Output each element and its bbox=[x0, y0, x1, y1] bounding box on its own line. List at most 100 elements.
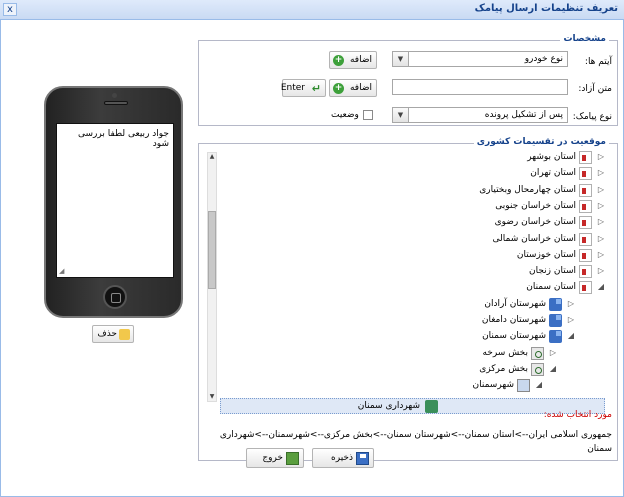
sms-type-value: پس از تشکیل پرونده bbox=[484, 110, 563, 120]
specs-legend: مشخصات bbox=[560, 34, 609, 44]
folder-red-icon bbox=[579, 151, 592, 164]
tree-item-label: استان بوشهر bbox=[527, 152, 576, 162]
sms-type-select[interactable]: پس از تشکیل پرونده ▼ bbox=[392, 107, 568, 123]
window-title: تعریف تنظیمات ارسال پیامک bbox=[474, 3, 618, 14]
search-icon bbox=[531, 346, 544, 360]
tree-item-label: استان زنجان bbox=[529, 266, 576, 277]
chevron-down-icon: ▼ bbox=[393, 108, 409, 122]
add-item-button[interactable]: اضافه + bbox=[329, 51, 377, 69]
tree-item-label: استان تهران bbox=[530, 168, 576, 179]
expand-arrow-icon[interactable]: ▷ bbox=[598, 250, 604, 259]
green-icon bbox=[425, 399, 438, 413]
tree-item-label: استان خراسان جنوبی bbox=[495, 200, 576, 211]
tree-item-label: شهرداری سمنان bbox=[357, 400, 420, 411]
add-text-button[interactable]: اضافه + bbox=[329, 79, 377, 97]
expand-arrow-icon[interactable]: ▷ bbox=[598, 152, 604, 161]
save-icon bbox=[356, 452, 369, 465]
exit-button[interactable]: خروج bbox=[246, 448, 304, 468]
tree-item[interactable]: استان چهارمحال وبختیاری ▷ bbox=[394, 183, 604, 199]
sms-type-label: نوع پیامک: bbox=[572, 112, 612, 122]
phone-preview: جواد ربیعی لطفا بررسی شود ◢ bbox=[44, 86, 183, 318]
sms-preview-textarea[interactable]: جواد ربیعی لطفا بررسی شود ◢ bbox=[56, 123, 174, 278]
tree-item[interactable]: استان بوشهر ▷ bbox=[394, 150, 604, 166]
home-button-icon bbox=[103, 285, 127, 309]
tree-item[interactable]: بخش مرکزی ◢ bbox=[346, 362, 556, 378]
enter-button[interactable]: Enter ↵ bbox=[280, 79, 326, 97]
add-item-label: اضافه bbox=[349, 55, 372, 65]
window-titlebar: تعریف تنظیمات ارسال پیامک x bbox=[0, 0, 624, 20]
tree-item-label: شهرستان آرادان bbox=[484, 298, 546, 309]
tree-item[interactable]: استان خراسان رضوی ▷ bbox=[394, 215, 604, 231]
collapse-arrow-icon[interactable]: ◢ bbox=[598, 282, 604, 291]
location-legend: موقعیت در تقسیمات کشوری bbox=[473, 137, 609, 147]
collapse-arrow-icon[interactable]: ◢ bbox=[568, 331, 574, 340]
tree-item[interactable]: استان خوزستان ▷ bbox=[394, 248, 604, 264]
folder-red-icon bbox=[579, 216, 592, 230]
scroll-up-icon[interactable]: ▲ bbox=[208, 153, 216, 161]
folder-red-icon bbox=[579, 199, 592, 213]
tree-item-label: استان خراسان رضوی bbox=[494, 217, 576, 228]
plus-icon: + bbox=[333, 55, 344, 66]
close-button[interactable]: x bbox=[3, 3, 17, 16]
expand-arrow-icon[interactable]: ▷ bbox=[598, 217, 604, 226]
exit-label: خروج bbox=[262, 453, 283, 463]
tree-item-label: استان چهارمحال وبختیاری bbox=[479, 184, 576, 195]
tree-item-label: بخش مرکزی bbox=[479, 363, 528, 374]
enter-arrow-icon: ↵ bbox=[311, 82, 321, 95]
tree-item[interactable]: شهرستان دامغان ▷ bbox=[364, 313, 574, 329]
tree-item[interactable]: بخش سرخه ▷ bbox=[346, 346, 556, 362]
folder-red-icon bbox=[579, 232, 592, 246]
tree-item-label: استان خراسان شمالی bbox=[492, 233, 576, 244]
expand-arrow-icon[interactable]: ▷ bbox=[568, 315, 574, 324]
blue-icon bbox=[549, 297, 562, 311]
tree-item[interactable]: استان سمنان ◢ bbox=[394, 280, 604, 296]
collapse-arrow-icon[interactable]: ◢ bbox=[550, 364, 556, 373]
tree-item[interactable]: شهرسمنان ◢ bbox=[332, 378, 542, 394]
folder-red-icon bbox=[579, 248, 592, 262]
status-checkbox[interactable] bbox=[363, 110, 373, 120]
photo-icon bbox=[517, 379, 530, 393]
expand-arrow-icon[interactable]: ▷ bbox=[598, 201, 604, 210]
folder-red-icon bbox=[579, 265, 592, 279]
tree-item[interactable]: استان تهران ▷ bbox=[394, 166, 604, 182]
save-button[interactable]: ذخیره bbox=[312, 448, 374, 468]
collapse-arrow-icon[interactable]: ◢ bbox=[536, 380, 542, 389]
exit-icon bbox=[286, 452, 299, 465]
speaker-icon bbox=[104, 101, 128, 105]
delete-button[interactable]: حذف bbox=[92, 325, 134, 343]
expand-arrow-icon[interactable]: ▷ bbox=[598, 266, 604, 275]
camera-icon bbox=[112, 93, 117, 98]
item-select[interactable]: نوع خودرو ▼ bbox=[392, 51, 568, 67]
enter-label: Enter bbox=[280, 83, 305, 93]
tree-item[interactable]: شهرستان سمنان ◢ bbox=[364, 329, 574, 345]
scroll-down-icon[interactable]: ▼ bbox=[208, 393, 216, 401]
delete-label: حذف bbox=[97, 329, 117, 339]
tree-item[interactable]: استان خراسان جنوبی ▷ bbox=[394, 199, 604, 215]
tree-item-label: استان خوزستان bbox=[516, 249, 576, 260]
resize-grip-icon[interactable]: ◢ bbox=[59, 267, 64, 275]
status-label: وضعیت bbox=[331, 110, 359, 120]
scroll-thumb[interactable] bbox=[208, 211, 216, 289]
delete-icon bbox=[119, 329, 130, 340]
item-select-value: نوع خودرو bbox=[524, 54, 563, 64]
save-label: ذخیره bbox=[331, 453, 353, 463]
tree-scrollbar[interactable]: ▲ ▼ bbox=[207, 152, 217, 402]
expand-arrow-icon[interactable]: ▷ bbox=[598, 168, 604, 177]
tree-item-label: شهرستان سمنان bbox=[482, 331, 546, 342]
tree-item[interactable]: شهرستان آرادان ▷ bbox=[364, 297, 574, 313]
folder-red-icon bbox=[579, 183, 592, 197]
item-label: آیتم ها: bbox=[584, 57, 612, 67]
expand-arrow-icon[interactable]: ▷ bbox=[598, 234, 604, 243]
free-text-input[interactable] bbox=[392, 79, 568, 95]
tree-item-label: شهرسمنان bbox=[472, 380, 514, 391]
tree-item-label: استان سمنان bbox=[526, 282, 576, 293]
tree-item[interactable]: استان خراسان شمالی ▷ bbox=[394, 232, 604, 248]
expand-arrow-icon[interactable]: ▷ bbox=[550, 348, 556, 357]
expand-arrow-icon[interactable]: ▷ bbox=[568, 299, 574, 308]
tree-item-label: بخش سرخه bbox=[482, 347, 528, 358]
expand-arrow-icon[interactable]: ▷ bbox=[598, 185, 604, 194]
tree-item[interactable]: استان زنجان ▷ bbox=[394, 264, 604, 280]
search-icon bbox=[531, 362, 544, 376]
add-text-label: اضافه bbox=[349, 83, 372, 93]
chevron-down-icon: ▼ bbox=[393, 52, 409, 66]
